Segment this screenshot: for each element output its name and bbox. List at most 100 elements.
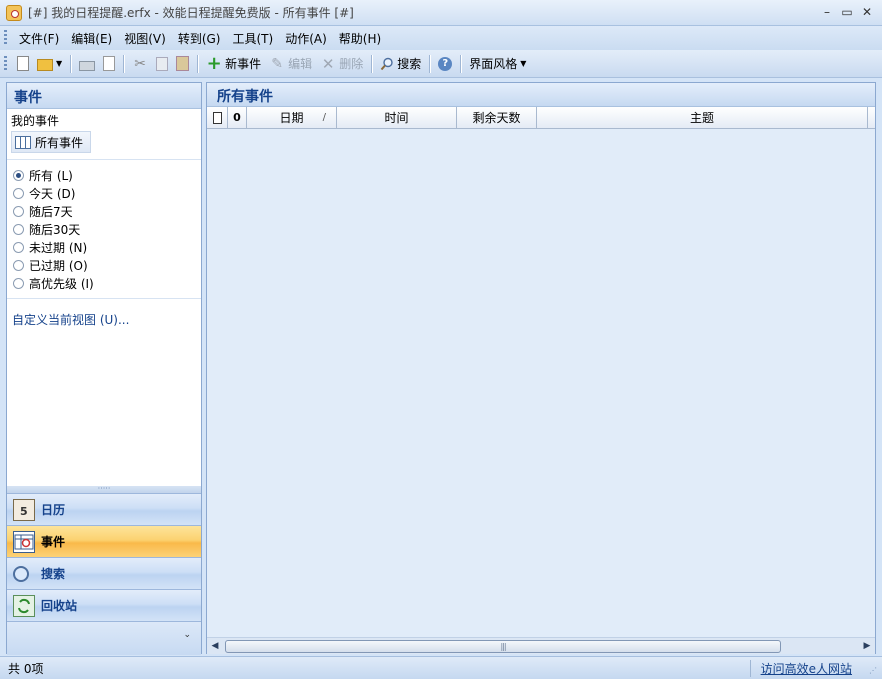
nav-search-label: 搜索: [41, 567, 66, 581]
print-preview-button[interactable]: [99, 53, 119, 75]
print-button[interactable]: [75, 53, 99, 75]
nav-recycle-bin-button[interactable]: 回收站: [7, 589, 201, 621]
list-title: 所有事件: [207, 83, 875, 107]
filter-expired[interactable]: 已过期 (O): [13, 256, 201, 274]
nav-calendar-button[interactable]: 5 日历: [7, 493, 201, 525]
filter-label: 随后7天: [29, 204, 73, 219]
radio-selected-icon[interactable]: [13, 169, 24, 181]
menu-view[interactable]: 视图(V): [118, 28, 172, 49]
filter-not-expired[interactable]: 未过期 (N): [13, 238, 201, 256]
menu-help[interactable]: 帮助(H): [333, 28, 387, 49]
filter-today[interactable]: 今天 (D): [13, 184, 201, 202]
menu-bar: 文件(F) 编辑(E) 视图(V) 转到(G) 工具(T) 动作(A) 帮助(H…: [0, 26, 882, 50]
view-item-all-events[interactable]: 所有事件: [11, 131, 91, 153]
table-header: 0 日期 / 时间 剩余天数 主题: [207, 107, 875, 129]
radio-icon[interactable]: [13, 259, 24, 271]
cut-button[interactable]: ✂: [128, 53, 152, 75]
scroll-thumb[interactable]: |||: [225, 639, 781, 653]
scroll-left-button[interactable]: ◀: [207, 641, 223, 651]
horizontal-scrollbar[interactable]: ◀ ||| ▶: [207, 637, 875, 654]
toolbar-separator: [197, 54, 199, 73]
new-file-button[interactable]: [13, 53, 33, 75]
pane-splitter[interactable]: ·····: [7, 485, 201, 493]
attachment-icon: 0: [233, 111, 241, 124]
paste-button[interactable]: [172, 53, 193, 75]
nav-events-button[interactable]: 事件: [7, 525, 201, 557]
col-header-subject[interactable]: 主题: [537, 107, 868, 128]
scroll-track[interactable]: |||: [223, 639, 859, 653]
scroll-right-button[interactable]: ▶: [859, 641, 875, 651]
edit-button[interactable]: ✎ 编辑: [265, 53, 316, 75]
window-controls: – ▭ ✕: [818, 3, 876, 21]
radio-icon[interactable]: [13, 205, 24, 217]
menubar-grip[interactable]: [4, 30, 7, 46]
help-button[interactable]: ?: [434, 53, 456, 75]
toolbar-separator: [70, 54, 72, 73]
col-header-days-left[interactable]: 剩余天数: [457, 107, 537, 128]
menu-actions[interactable]: 动作(A): [279, 28, 333, 49]
events-list[interactable]: [207, 129, 875, 637]
events-list-pane: 所有事件 0 日期 / 时间 剩余天数 主题 ◀ ||| ▶: [206, 82, 876, 654]
events-icon: [13, 530, 35, 553]
sort-indicator-icon: /: [322, 112, 326, 123]
col-header-attachment[interactable]: 0: [228, 107, 247, 128]
close-button[interactable]: ✕: [858, 3, 876, 21]
open-dropdown-icon: ▼: [56, 59, 63, 68]
col-header-date[interactable]: 日期 /: [247, 107, 337, 128]
scissors-icon: ✂: [134, 55, 147, 72]
plus-icon: +: [206, 52, 222, 74]
filter-next-30-days[interactable]: 随后30天: [13, 220, 201, 238]
resize-grip-icon[interactable]: ⋰: [869, 666, 879, 676]
menu-file[interactable]: 文件(F): [13, 28, 65, 49]
window-title: [#] 我的日程提醒.erfx - 效能日程提醒免费版 - 所有事件 [#]: [28, 6, 354, 20]
delete-button[interactable]: ✕ 删除: [316, 53, 367, 75]
maximize-button[interactable]: ▭: [838, 3, 856, 21]
section-title: 我的事件: [7, 109, 201, 129]
minimize-button[interactable]: –: [818, 3, 836, 21]
item-count: 共 0项: [8, 661, 44, 676]
col-date-label: 日期: [279, 111, 304, 125]
menu-edit[interactable]: 编辑(E): [65, 28, 118, 49]
navigation-pane: 事件 我的事件 所有事件 所有 (L) 今天 (D) 随后7天 随后30天 未过…: [6, 82, 202, 655]
print-preview-icon: [103, 56, 116, 71]
delete-label: 删除: [339, 57, 364, 71]
pane-title: 事件: [7, 83, 201, 109]
pencil-icon: ✎: [271, 55, 284, 72]
search-button[interactable]: 搜索: [376, 53, 425, 75]
radio-icon[interactable]: [13, 187, 24, 199]
delete-x-icon: ✕: [321, 54, 335, 73]
website-link[interactable]: 访问高效e人网站: [749, 660, 852, 677]
divider: [7, 298, 201, 299]
recycle-bin-icon: [13, 594, 35, 617]
app-icon: [6, 4, 22, 21]
open-button[interactable]: ▼: [33, 53, 66, 75]
filter-next-7-days[interactable]: 随后7天: [13, 202, 201, 220]
nav-search-button[interactable]: 搜索: [7, 557, 201, 589]
new-event-button[interactable]: + 新事件: [202, 53, 265, 75]
toolbar-grip[interactable]: [4, 55, 7, 72]
radio-icon[interactable]: [13, 277, 24, 289]
menu-tools[interactable]: 工具(T): [226, 28, 279, 49]
filter-high-priority[interactable]: 高优先级 (I): [13, 274, 201, 292]
search-label: 搜索: [397, 57, 422, 71]
col-header-type[interactable]: [207, 107, 228, 128]
radio-icon[interactable]: [13, 223, 24, 235]
toolbar-separator: [123, 54, 125, 73]
col-subject-label: 主题: [689, 111, 714, 125]
filter-label: 已过期 (O): [29, 258, 88, 273]
new-event-label: 新事件: [225, 57, 262, 71]
divider: [7, 159, 201, 160]
menu-goto[interactable]: 转到(G): [172, 28, 227, 49]
col-header-time[interactable]: 时间: [337, 107, 457, 128]
printer-icon: [79, 60, 96, 71]
radio-icon[interactable]: [13, 241, 24, 253]
filter-label: 高优先级 (I): [29, 276, 94, 291]
view-item-label: 所有事件: [35, 135, 84, 150]
filter-all[interactable]: 所有 (L): [13, 166, 201, 184]
customize-view-link[interactable]: 自定义当前视图 (U)...: [7, 305, 201, 328]
nav-configure-chevron[interactable]: ⌄: [7, 621, 201, 655]
theme-dropdown[interactable]: 界面风格 ▼: [465, 53, 530, 75]
copy-icon: [156, 56, 169, 71]
filter-label: 今天 (D): [29, 186, 76, 201]
copy-button[interactable]: [152, 53, 172, 75]
